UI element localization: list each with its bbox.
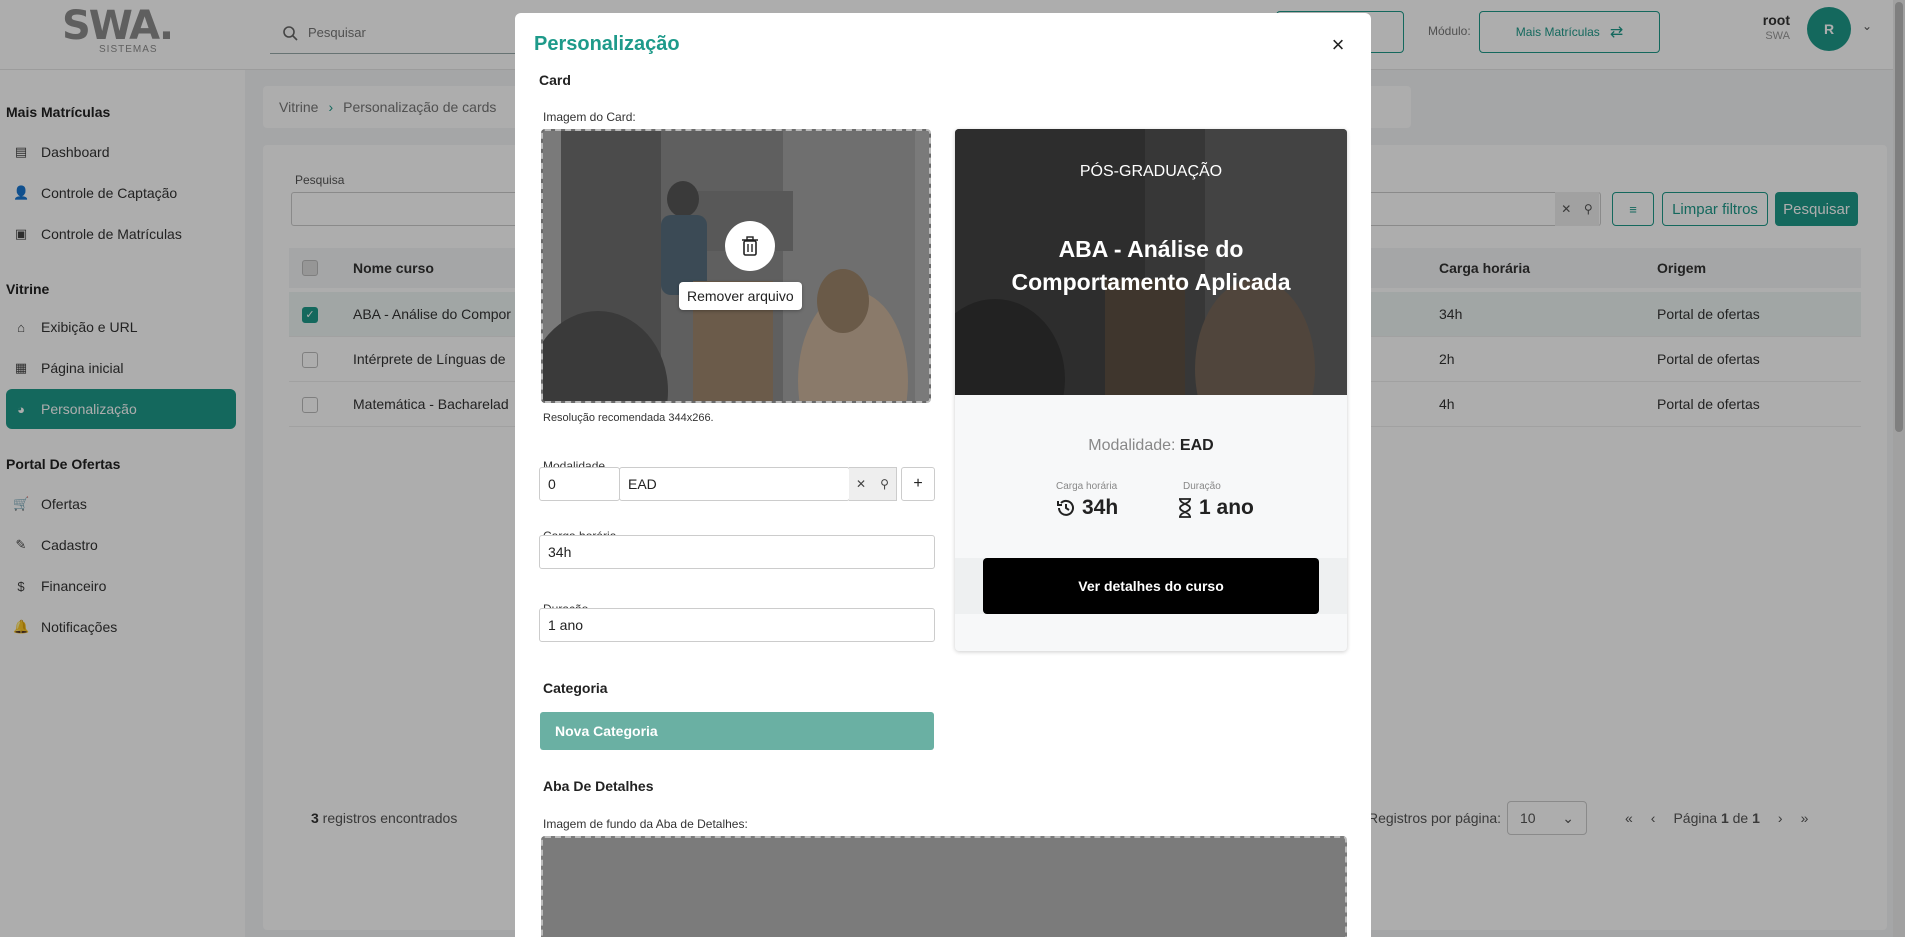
search-icon[interactable]: ⚲ xyxy=(880,477,889,491)
card-image-label: Imagem do Card: xyxy=(543,110,636,124)
modalidade-name-input[interactable]: EAD xyxy=(619,467,850,501)
card-section-title: Card xyxy=(539,72,571,88)
duracao-input[interactable]: 1 ano xyxy=(539,608,935,642)
modalidade-code-input[interactable]: 0 xyxy=(539,467,620,501)
aba-detalhes-title: Aba De Detalhes xyxy=(543,778,654,794)
preview-carga-label: Carga horária xyxy=(1056,481,1118,492)
close-icon[interactable]: ✕ xyxy=(856,477,866,491)
hourglass-icon xyxy=(1179,498,1191,518)
add-modalidade-button[interactable]: + xyxy=(901,467,935,501)
preview-carga: 34h xyxy=(1056,496,1118,520)
preview-duracao: 1 ano xyxy=(1177,496,1254,520)
preview-title: ABA - Análise do Comportamento Aplicada xyxy=(1011,236,1291,295)
ver-detalhes-button[interactable]: Ver detalhes do curso xyxy=(983,558,1319,614)
trash-icon[interactable] xyxy=(725,221,775,271)
card-preview: PÓS-GRADUAÇÃO ABA - Análise do Comportam… xyxy=(955,129,1347,651)
preview-duracao-label: Duração xyxy=(1183,481,1221,492)
remove-file-tooltip: Remover arquivo xyxy=(679,282,802,310)
nova-categoria-button[interactable]: Nova Categoria xyxy=(540,712,934,750)
categoria-title: Categoria xyxy=(543,680,608,696)
resolution-hint: Resolução recomendada 344x266. xyxy=(543,412,714,424)
carga-horaria-input[interactable]: 34h xyxy=(539,535,935,569)
close-icon[interactable]: × xyxy=(1328,34,1348,56)
preview-modalidade: Modalidade: EAD xyxy=(1088,437,1214,454)
personalization-modal: Personalização × Card Imagem do Card: Re… xyxy=(515,13,1371,937)
modal-title: Personalização xyxy=(534,33,680,55)
preview-category: PÓS-GRADUAÇÃO xyxy=(1079,163,1223,180)
preview-button-area: Ver detalhes do curso xyxy=(955,558,1347,614)
history-icon xyxy=(1057,499,1074,516)
aba-image-upload[interactable] xyxy=(541,836,1347,937)
aba-image-label: Imagem de fundo da Aba de Detalhes: xyxy=(543,817,748,831)
modalidade-actions: ✕ ⚲ xyxy=(849,467,897,501)
card-image-upload[interactable]: Remover arquivo xyxy=(541,129,931,403)
